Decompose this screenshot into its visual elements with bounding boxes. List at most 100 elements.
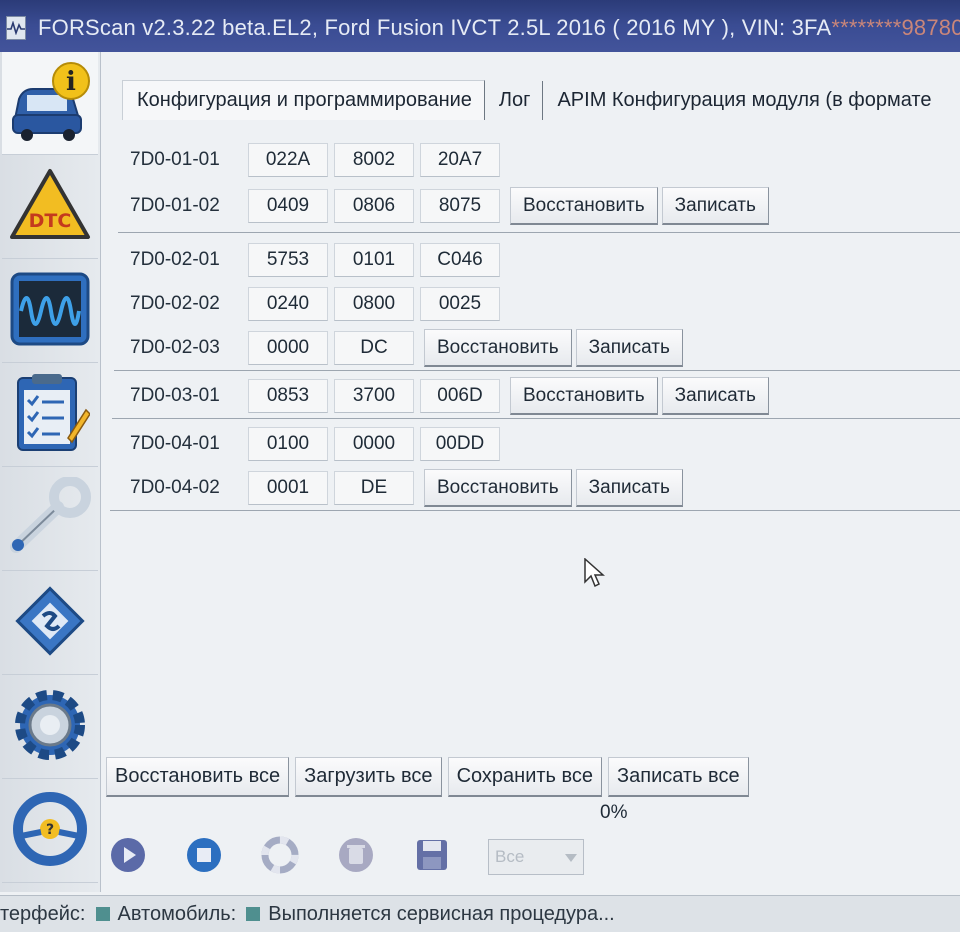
oscilloscope-icon — [9, 271, 91, 352]
group-divider — [110, 510, 960, 511]
window-title-vin: ********98780 — [831, 15, 960, 40]
status-bar: терфейс: Автомобиль: Выполняется сервисн… — [0, 895, 960, 932]
stop-icon — [185, 836, 223, 879]
chip-module-icon — [9, 580, 91, 667]
config-value-field[interactable]: 20A7 — [420, 143, 500, 177]
lifebuoy-icon — [261, 836, 299, 879]
config-value-field[interactable]: 00DD — [420, 427, 500, 461]
config-row: 7D0-02-02 0240 0800 0025 — [130, 282, 506, 326]
config-row: 7D0-02-01 5753 0101 C046 — [130, 238, 506, 282]
config-value-field[interactable]: DE — [334, 471, 414, 505]
status-vehicle-label: Автомобиль: — [117, 902, 237, 925]
config-value-field[interactable]: 0000 — [248, 331, 328, 365]
sidebar-item-settings[interactable] — [2, 676, 98, 779]
svg-text:DTC: DTC — [29, 210, 72, 232]
config-value-field[interactable]: 0409 — [248, 189, 328, 223]
write-all-button[interactable]: Записать все — [608, 757, 749, 797]
config-value-field[interactable]: 0100 — [248, 427, 328, 461]
config-value-field[interactable]: 0800 — [334, 287, 414, 321]
stop-button[interactable] — [184, 837, 224, 877]
load-all-button[interactable]: Загрузить все — [295, 757, 442, 797]
tab-configuration[interactable]: Конфигурация и программирование — [122, 80, 485, 120]
config-panel: Конфигурация и программирование Лог APIM… — [100, 52, 960, 892]
status-led-icon — [95, 907, 110, 922]
restore-button[interactable]: Восстановить — [510, 187, 658, 225]
lifebuoy-button[interactable] — [260, 836, 300, 879]
sidebar-item-oscilloscope[interactable] — [2, 260, 98, 363]
mouse-cursor-icon — [584, 557, 606, 593]
config-value-field[interactable]: 006D — [420, 379, 500, 413]
config-value-field[interactable]: 0001 — [248, 471, 328, 505]
config-value-field[interactable]: 8075 — [420, 189, 500, 223]
write-button[interactable]: Записать — [575, 329, 683, 367]
config-code: 7D0-03-01 — [130, 385, 220, 406]
config-value-field[interactable]: 0240 — [248, 287, 328, 321]
tab-log[interactable]: Лог — [485, 80, 544, 120]
config-row: 7D0-02-03 0000 DC Восстановить Записать — [130, 326, 683, 370]
gear-settings-icon — [9, 684, 91, 771]
config-code: 7D0-01-02 — [130, 195, 220, 216]
svg-text:i: i — [66, 67, 76, 97]
write-button[interactable]: Записать — [575, 469, 683, 507]
floppy-disk-icon — [414, 837, 450, 878]
config-value-field[interactable]: DC — [334, 331, 414, 365]
app-icon — [6, 16, 26, 40]
write-button[interactable]: Записать — [661, 377, 769, 415]
restore-button[interactable]: Восстановить — [424, 329, 572, 367]
sidebar-item-modules[interactable] — [2, 572, 98, 675]
write-button[interactable]: Записать — [661, 187, 769, 225]
config-value-field[interactable]: 3700 — [334, 379, 414, 413]
trash-icon — [337, 836, 375, 879]
sidebar-item-dtc[interactable]: DTC — [2, 156, 98, 259]
config-row: 7D0-04-01 0100 0000 00DD — [130, 422, 506, 466]
sidebar: i DTC ? — [0, 52, 101, 892]
filter-select-value: Все — [495, 847, 525, 866]
dtc-warning-icon: DTC — [8, 167, 92, 248]
group-divider — [112, 418, 960, 419]
config-code: 7D0-02-02 — [130, 293, 220, 314]
wrench-icon — [8, 475, 92, 562]
restore-all-button[interactable]: Восстановить все — [106, 757, 290, 797]
window-title: FORScan v2.3.22 beta.EL2, Ford Fusion IV… — [38, 15, 960, 41]
group-divider — [118, 232, 960, 233]
status-led-icon — [246, 907, 261, 922]
config-row: 7D0-04-02 0001 DE Восстановить Записать — [130, 466, 683, 510]
sidebar-item-service[interactable] — [2, 364, 98, 467]
checklist-icon — [10, 372, 91, 459]
steering-wheel-help-icon: ? — [9, 788, 91, 875]
progress-text: 0% — [600, 802, 628, 823]
filter-select[interactable]: Все — [488, 839, 584, 875]
tab-apim-config[interactable]: APIM Конфигурация модуля (в формате — [543, 81, 931, 120]
config-value-field[interactable]: 0101 — [334, 243, 414, 277]
config-value-field[interactable]: 0853 — [248, 379, 328, 413]
title-bar: FORScan v2.3.22 beta.EL2, Ford Fusion IV… — [0, 0, 960, 56]
status-interface-label: терфейс: — [0, 902, 86, 925]
save-all-button[interactable]: Сохранить все — [447, 757, 603, 797]
sidebar-item-vehicle-info[interactable]: i — [2, 52, 98, 155]
save-button[interactable] — [412, 837, 452, 877]
config-row: 7D0-01-02 0409 0806 8075 Восстановить За… — [130, 184, 769, 228]
restore-button[interactable]: Восстановить — [424, 469, 572, 507]
main-window: i DTC ? Конфигурация и программирование … — [0, 52, 960, 932]
chevron-down-icon — [565, 847, 577, 867]
sidebar-item-tools[interactable] — [2, 468, 98, 571]
config-value-field[interactable]: C046 — [420, 243, 500, 277]
config-code: 7D0-02-01 — [130, 249, 220, 270]
config-row: 7D0-01-01 022A 8002 20A7 — [130, 138, 506, 182]
status-message: Выполняется сервисная процедура... — [268, 902, 615, 925]
sidebar-item-help[interactable]: ? — [2, 780, 98, 883]
config-value-field[interactable]: 8002 — [334, 143, 414, 177]
config-value-field[interactable]: 0025 — [420, 287, 500, 321]
config-value-field[interactable]: 5753 — [248, 243, 328, 277]
config-value-field[interactable]: 022A — [248, 143, 328, 177]
delete-button[interactable] — [336, 837, 376, 877]
config-code: 7D0-04-02 — [130, 477, 220, 498]
config-value-field[interactable]: 0806 — [334, 189, 414, 223]
play-button[interactable] — [108, 837, 148, 877]
config-code: 7D0-01-01 — [130, 149, 220, 170]
config-code: 7D0-02-03 — [130, 337, 220, 358]
group-divider — [114, 370, 960, 371]
config-value-field[interactable]: 0000 — [334, 427, 414, 461]
svg-text:?: ? — [46, 822, 54, 838]
restore-button[interactable]: Восстановить — [510, 377, 658, 415]
